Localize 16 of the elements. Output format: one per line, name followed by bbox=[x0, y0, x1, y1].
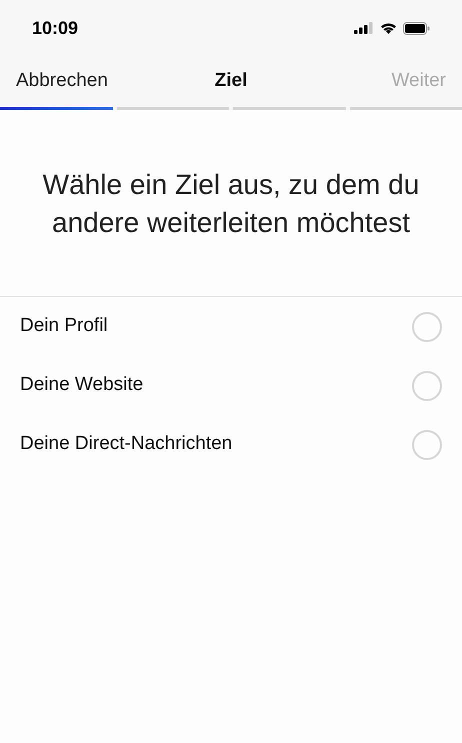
option-row[interactable]: Deine Direct-Nachrichten bbox=[0, 415, 462, 474]
option-label: Deine Direct-Nachrichten bbox=[20, 432, 232, 456]
signal-icon bbox=[354, 22, 374, 34]
option-label: Dein Profil bbox=[20, 314, 108, 338]
battery-icon bbox=[403, 22, 430, 34]
nav-title: Ziel bbox=[214, 69, 248, 94]
radio-button[interactable] bbox=[412, 430, 442, 460]
wifi-icon bbox=[380, 22, 397, 34]
option-row[interactable]: Deine Website bbox=[0, 356, 462, 415]
option-row[interactable]: Dein Profil bbox=[0, 297, 462, 356]
radio-button[interactable] bbox=[412, 312, 442, 342]
heading: Wähle ein Ziel aus, zu dem du andere weiterleiten möchtest bbox=[42, 168, 420, 240]
status-time: 10:09 bbox=[32, 16, 78, 40]
cancel-button[interactable]: Abbrechen bbox=[16, 67, 108, 96]
option-label: Deine Website bbox=[20, 373, 144, 398]
radio-button[interactable] bbox=[412, 370, 442, 400]
